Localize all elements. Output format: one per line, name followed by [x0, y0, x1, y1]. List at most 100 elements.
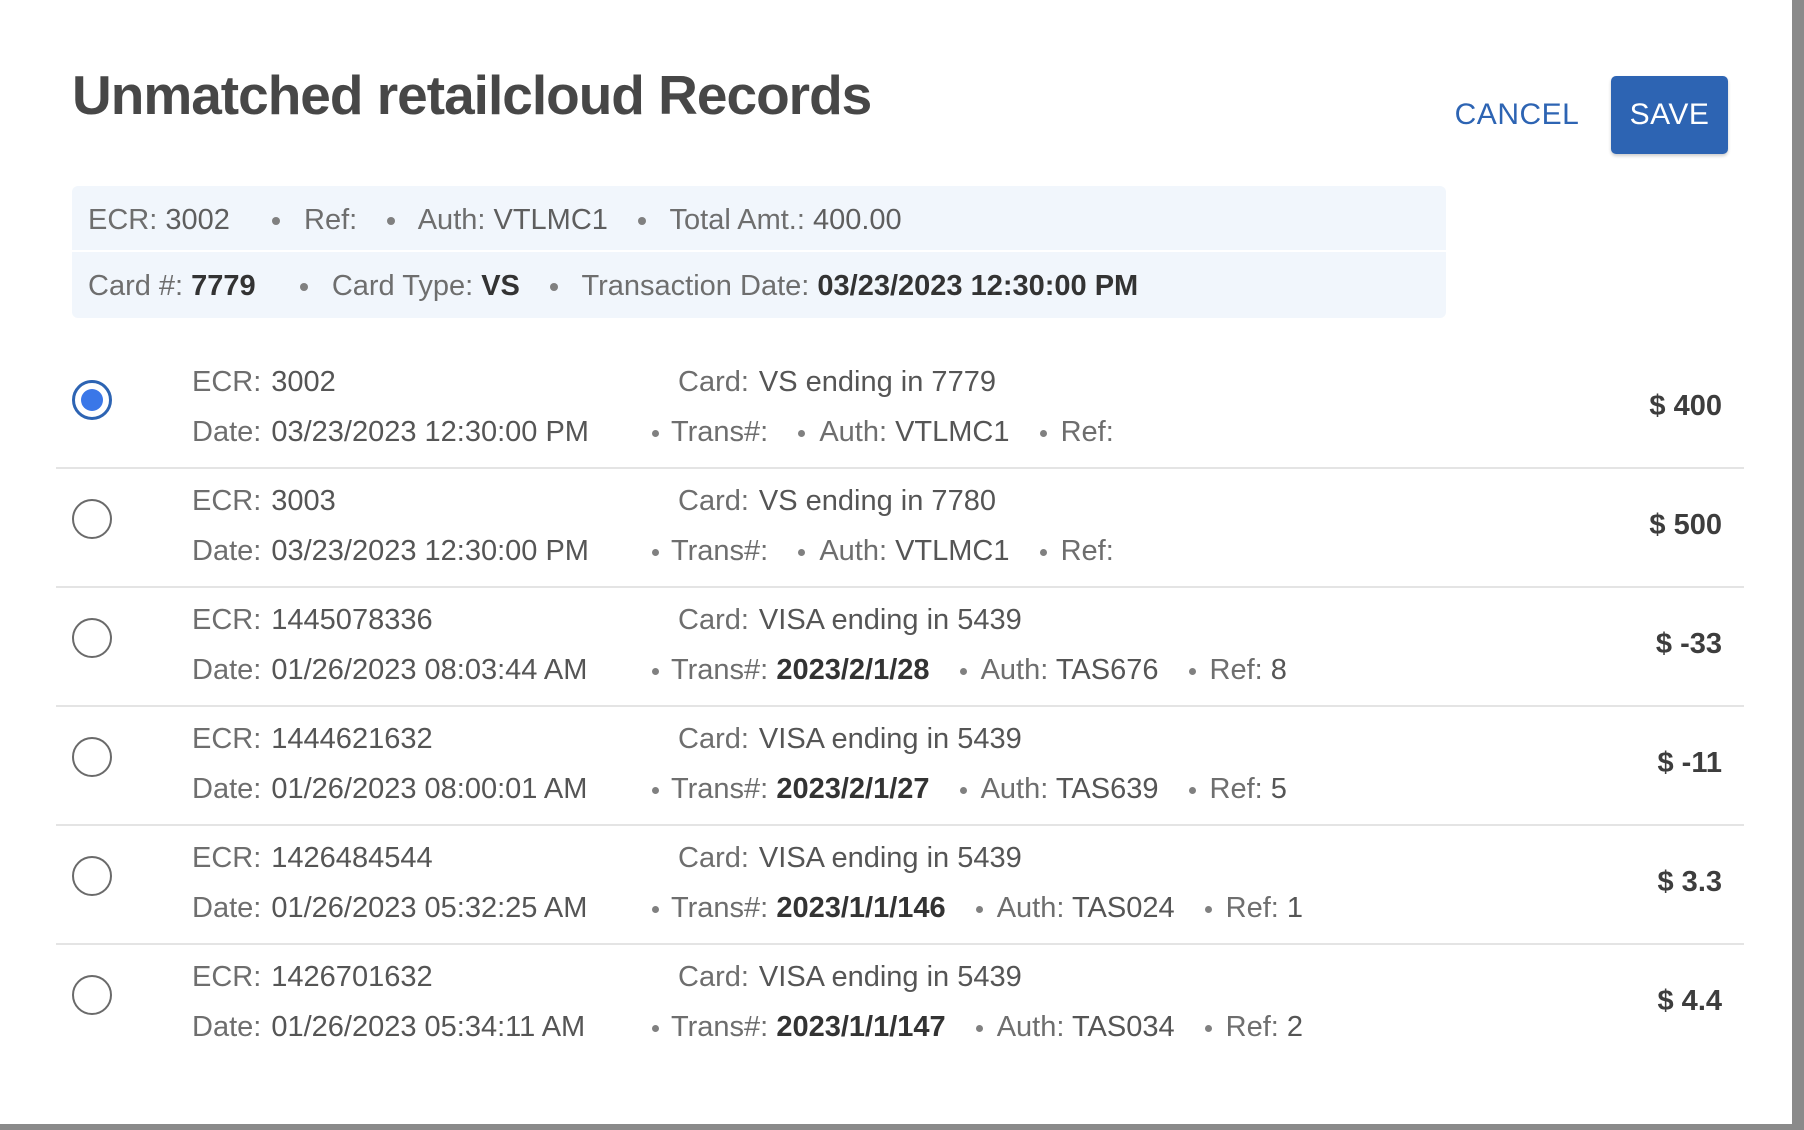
summary-line-2: Card #: 7779 Card Type: VS Transaction D… [88, 266, 1138, 306]
record-radio[interactable] [72, 737, 112, 777]
card-label: Card: [678, 961, 749, 993]
ref-label: Ref: [1225, 892, 1279, 924]
card-value: VISA ending in 5439 [758, 961, 1022, 993]
card-value: VS ending in 7780 [758, 485, 996, 517]
record-meta: Trans#: Auth: VTLMC1 Ref: [652, 414, 1114, 450]
record-ecr: ECR: 3002 [192, 364, 336, 400]
record-row[interactable]: ECR: 1444621632 Date: 01/26/2023 08:00:01 … [56, 707, 1744, 826]
trans-value: 2023/1/1/147 [776, 1011, 946, 1043]
date-label: Date: [192, 892, 262, 924]
card-value: VISA ending in 5439 [758, 842, 1022, 874]
auth-label: Auth: [819, 416, 888, 448]
date-label: Date: [192, 416, 262, 448]
date-value: 01/26/2023 08:03:44 AM [271, 654, 588, 686]
record-meta: Trans#: 2023/1/1/146 Auth: TAS024 Ref: 1 [652, 890, 1303, 926]
transaction-summary: ECR: 3002 Ref: Auth: VTLMC1 Total Amt.: … [72, 186, 1446, 318]
bullet-separator [959, 667, 967, 675]
summary-card-value: 7779 [191, 270, 256, 302]
date-label: Date: [192, 535, 262, 567]
bullet-separator [959, 786, 967, 794]
record-radio[interactable] [72, 975, 112, 1015]
bullet-separator [975, 905, 983, 913]
ecr-value: 1444621632 [271, 723, 433, 755]
bullet-separator [1188, 667, 1196, 675]
date-value: 01/26/2023 05:34:11 AM [271, 1011, 586, 1043]
save-button[interactable]: SAVE [1611, 76, 1728, 154]
record-date: Date: 01/26/2023 05:32:25 AM [192, 890, 587, 926]
date-value: 01/26/2023 08:00:01 AM [271, 773, 588, 805]
cancel-button[interactable]: CANCEL [1446, 76, 1588, 154]
card-label: Card: [678, 485, 749, 517]
trans-value: 2023/2/1/27 [776, 773, 930, 805]
card-label: Card: [678, 366, 749, 398]
trans-label: Trans#: [671, 892, 769, 924]
card-value: VISA ending in 5439 [758, 604, 1022, 636]
bullet-separator [299, 283, 308, 292]
dialog-title: Unmatched retailcloud Records [72, 64, 872, 126]
ecr-label: ECR: [192, 485, 262, 517]
record-date: Date: 01/26/2023 08:00:01 AM [192, 771, 587, 807]
record-radio[interactable] [72, 499, 112, 539]
record-ecr: ECR: 1426484544 [192, 840, 433, 876]
auth-label: Auth: [996, 892, 1065, 924]
summary-ecr-label: ECR: [88, 204, 158, 236]
summary-divider [72, 250, 1446, 252]
record-ecr: ECR: 3003 [192, 483, 336, 519]
card-label: Card: [678, 604, 749, 636]
record-card: Card: VISA ending in 5439 [678, 959, 1022, 995]
record-amount: $ -11 [1657, 747, 1723, 779]
record-row[interactable]: ECR: 3003 Date: 03/23/2023 12:30:00 PM Car… [56, 469, 1744, 588]
date-value: 03/23/2023 12:30:00 PM [271, 535, 589, 567]
bullet-separator [387, 217, 396, 226]
auth-label: Auth: [980, 773, 1049, 805]
record-row[interactable]: ECR: 1445078336 Date: 01/26/2023 08:03:44 … [56, 588, 1744, 707]
record-meta: Trans#: 2023/1/1/147 Auth: TAS034 Ref: 2 [652, 1009, 1303, 1045]
auth-value: TAS024 [1071, 892, 1175, 924]
ecr-value: 1445078336 [271, 604, 433, 636]
dialog-backdrop-edge [0, 1124, 1804, 1130]
auth-value: TAS639 [1055, 773, 1159, 805]
record-radio[interactable] [72, 618, 112, 658]
bullet-separator [1188, 786, 1196, 794]
trans-label: Trans#: [671, 416, 769, 448]
ref-value: 8 [1270, 654, 1287, 686]
summary-total-label: Total Amt.: [669, 204, 805, 236]
record-amount: $ -33 [1655, 628, 1722, 660]
record-row[interactable]: ECR: 1426701632 Date: 01/26/2023 05:34:11 … [56, 945, 1744, 1062]
date-label: Date: [192, 654, 262, 686]
record-ecr: ECR: 1445078336 [192, 602, 433, 638]
bullet-separator [798, 548, 806, 556]
bullet-separator [798, 429, 806, 437]
ecr-label: ECR: [192, 842, 262, 874]
record-amount: $ 4.4 [1657, 985, 1723, 1017]
ref-label: Ref: [1225, 1011, 1279, 1043]
bullet-separator [975, 1024, 983, 1032]
auth-label: Auth: [980, 654, 1049, 686]
card-label: Card: [678, 842, 749, 874]
auth-value: TAS676 [1055, 654, 1159, 686]
date-value: 03/23/2023 12:30:00 PM [271, 416, 589, 448]
bullet-separator [652, 548, 659, 556]
ecr-value: 3003 [271, 485, 336, 517]
record-row[interactable]: ECR: 3002 Date: 03/23/2023 12:30:00 PM Car… [56, 350, 1744, 469]
auth-value: VTLMC1 [895, 416, 1010, 448]
record-row[interactable]: ECR: 1426484544 Date: 01/26/2023 05:32:25 … [56, 826, 1744, 945]
record-amount: $ 3.3 [1657, 866, 1723, 898]
record-ecr: ECR: 1426701632 [192, 959, 433, 995]
ecr-value: 3002 [271, 366, 336, 398]
ref-value: 1 [1286, 892, 1304, 924]
bullet-separator [652, 905, 659, 913]
trans-label: Trans#: [671, 535, 769, 567]
record-date: Date: 03/23/2023 12:30:00 PM [192, 414, 589, 450]
record-radio[interactable] [72, 856, 112, 896]
ref-value: 5 [1270, 773, 1287, 805]
ref-label: Ref: [1209, 773, 1263, 805]
unmatched-records-dialog: Unmatched retailcloud Records CANCEL SAV… [0, 0, 1792, 1124]
auth-value: VTLMC1 [895, 535, 1010, 567]
record-meta: Trans#: Auth: VTLMC1 Ref: [652, 533, 1114, 569]
bullet-separator [652, 429, 659, 437]
record-radio[interactable] [72, 380, 112, 420]
ecr-value: 1426701632 [271, 961, 433, 993]
summary-auth-label: Auth: [417, 204, 486, 236]
records-list: ECR: 3002 Date: 03/23/2023 12:30:00 PM Car… [56, 350, 1744, 1062]
